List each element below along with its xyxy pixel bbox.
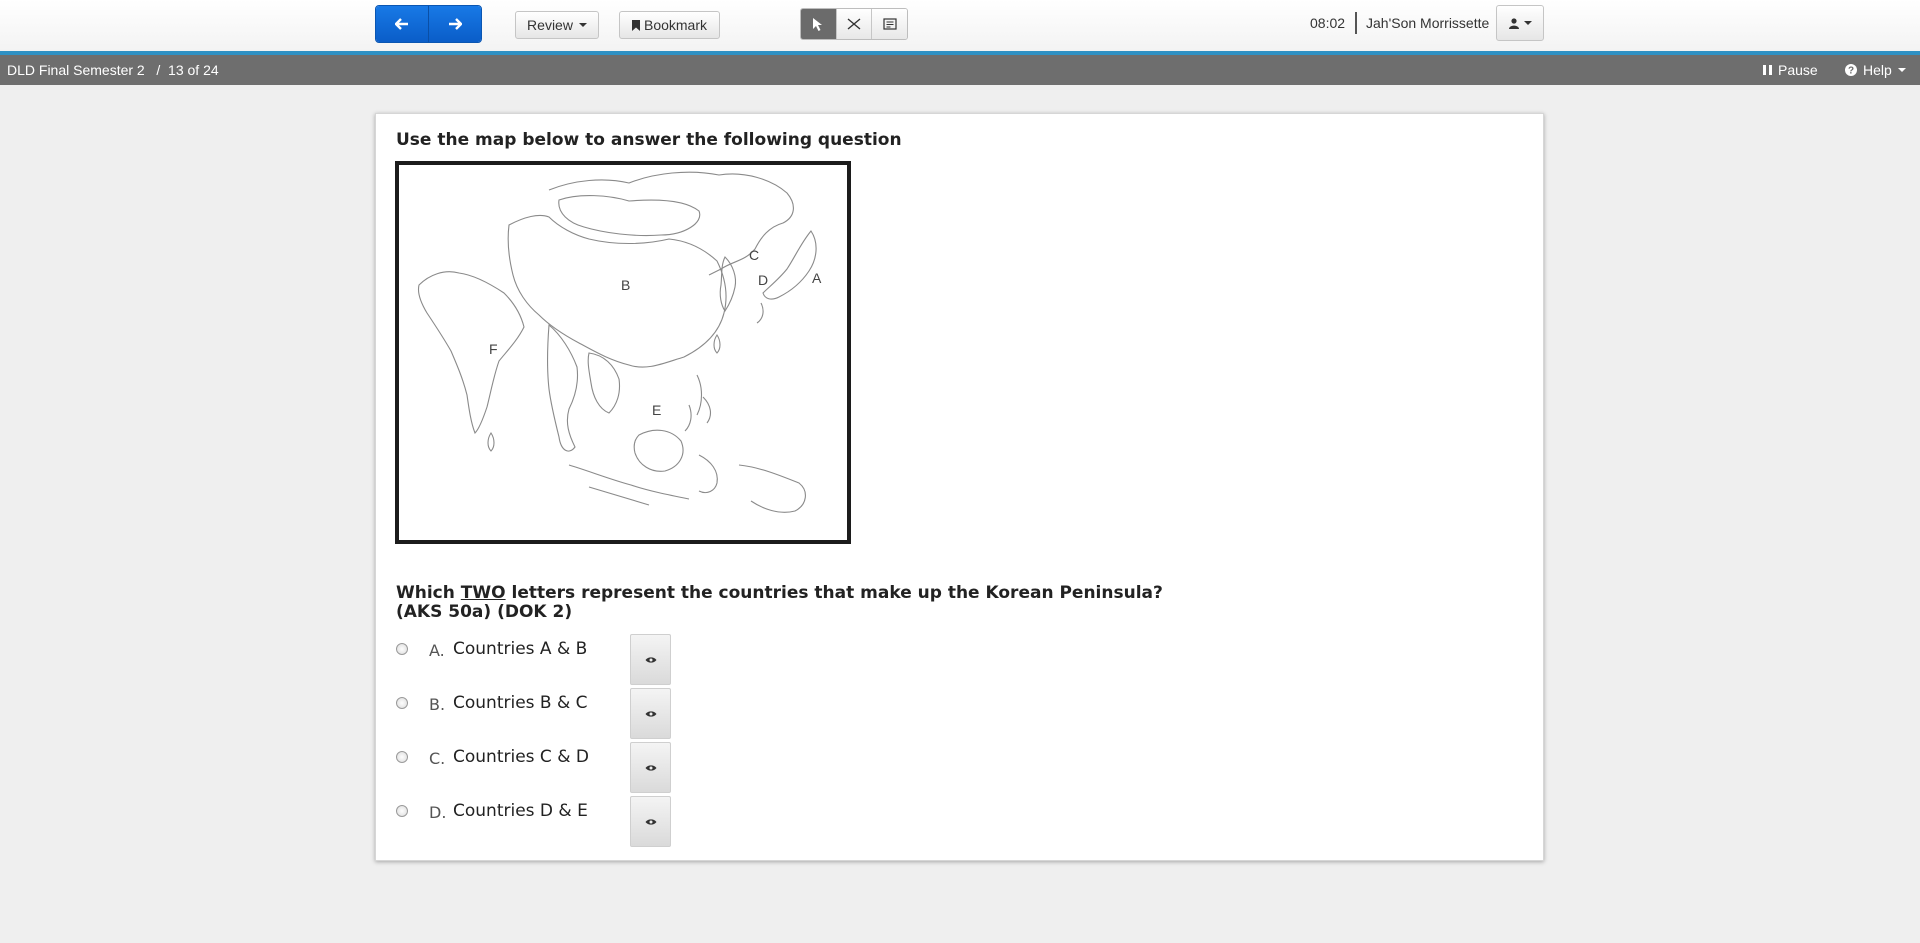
chevron-down-icon [1523,21,1532,25]
notes-icon [883,18,897,30]
chevron-down-icon [578,23,587,27]
answer-tools [800,8,908,40]
asia-map: C D A B F E [395,161,851,544]
test-title-bar: DLD Final Semester 2 / 13 of 24 Pause ? … [0,55,1920,85]
bookmark-icon [631,19,640,31]
pause-icon [1763,65,1772,75]
option-b-letter: B. [429,695,446,714]
option-d-hide-button[interactable] [630,796,671,847]
option-b-text: Countries B & C [453,693,588,713]
top-toolbar: Review Bookmark 08:02 Jah'Son Morrissett… [0,0,1920,55]
user-name: Jah'Son Morrissette [1366,15,1490,31]
review-button[interactable]: Review [515,11,599,39]
eliminate-tool-button[interactable] [835,9,872,39]
svg-text:?: ? [1848,66,1854,77]
question-stem: Which TWO letters represent the countrie… [396,584,1163,622]
question-stem-emphasis: TWO [460,583,506,603]
pointer-icon [813,17,823,31]
review-label: Review [527,17,573,33]
answer-option-d[interactable]: D. Countries D & E [396,796,671,848]
question-standards: (AKS 50a) (DOK 2) [396,602,573,622]
pause-button[interactable]: Pause [1763,62,1818,78]
option-c-text: Countries C & D [453,747,589,767]
eye-icon [645,710,656,717]
question-stem-end: letters represent the countries that mak… [505,583,1163,603]
bookmark-label: Bookmark [643,17,708,33]
answer-option-a[interactable]: A. Countries A & B [396,634,671,686]
divider [1355,12,1357,34]
eye-icon [645,818,656,825]
eye-icon [645,656,656,663]
eye-icon [645,764,656,771]
map-label-a: A [812,270,822,286]
question-stem-start: Which [396,583,461,603]
bookmark-button[interactable]: Bookmark [619,11,720,39]
map-label-e: E [652,402,661,418]
arrow-left-icon [395,18,408,30]
timer: 08:02 [1310,15,1346,31]
next-question-button[interactable] [428,6,481,42]
pointer-tool-button[interactable] [801,9,836,39]
question-instruction: Use the map below to answer the followin… [396,130,902,150]
answer-option-b[interactable]: B. Countries B & C [396,688,671,740]
option-c-radio[interactable] [396,751,408,763]
pause-label: Pause [1778,62,1818,78]
option-a-radio[interactable] [396,643,408,655]
user-icon [1508,17,1519,29]
help-button[interactable]: ? Help [1845,62,1906,78]
previous-question-button[interactable] [376,6,428,42]
answer-option-c[interactable]: C. Countries C & D [396,742,671,794]
question-circle-icon: ? [1845,64,1857,76]
option-b-hide-button[interactable] [630,688,671,739]
option-d-letter: D. [429,803,447,822]
notes-tool-button[interactable] [871,9,907,39]
option-d-text: Countries D & E [453,801,588,821]
option-a-text: Countries A & B [453,639,588,659]
eliminate-icon [847,18,861,30]
user-menu-button[interactable] [1496,5,1544,41]
map-label-b: B [621,277,630,293]
help-label: Help [1863,62,1892,78]
option-a-letter: A. [429,641,445,660]
map-label-f: F [489,341,498,357]
option-a-hide-button[interactable] [630,634,671,685]
asia-map-outline: C D A B F E [417,171,822,513]
test-title: DLD Final Semester 2 / 13 of 24 [7,62,219,78]
navigation-buttons [375,5,482,43]
option-b-radio[interactable] [396,697,408,709]
option-d-radio[interactable] [396,805,408,817]
map-label-c: C [749,247,759,263]
option-c-letter: C. [429,749,446,768]
map-label-d: D [758,272,768,288]
arrow-right-icon [449,18,462,30]
question-card: Use the map below to answer the followin… [375,113,1544,861]
chevron-down-icon [1897,68,1906,72]
option-c-hide-button[interactable] [630,742,671,793]
